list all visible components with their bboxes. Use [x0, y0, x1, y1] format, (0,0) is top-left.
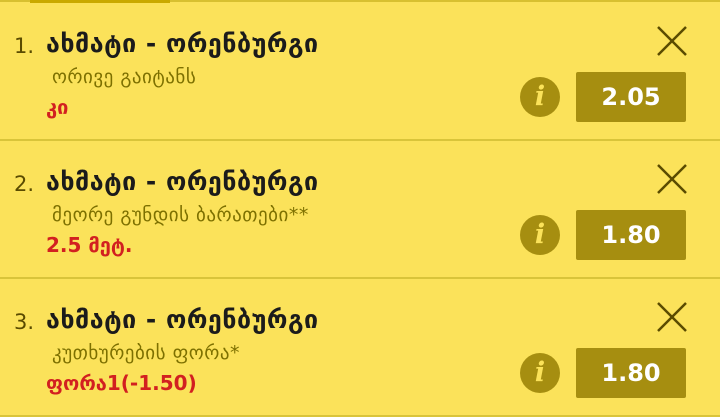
- close-icon[interactable]: [652, 159, 692, 199]
- market-name: ორივე გაიტანს: [52, 66, 197, 88]
- close-icon[interactable]: [652, 297, 692, 337]
- market-name: კუთხურების ფორა*: [52, 342, 240, 364]
- selection-name: ფორა1(-1.50): [46, 371, 197, 395]
- odds-button[interactable]: 1.80: [576, 348, 686, 398]
- selection-name: 2.5 მეტ.: [46, 233, 133, 257]
- info-icon[interactable]: i: [520, 353, 560, 393]
- close-icon[interactable]: [652, 21, 692, 61]
- bet-number: 3.: [14, 310, 35, 334]
- bet-number: 2.: [14, 172, 35, 196]
- match-name: ახმატი - ორენბურგი: [46, 305, 319, 334]
- bet-slip-item: 1. ახმატი - ორენბურგი ორივე გაიტანს კი i…: [0, 3, 720, 141]
- bet-slip-item: 2. ახმატი - ორენბურგი მეორე გუნდის ბარათ…: [0, 141, 720, 279]
- selection-name: კი: [46, 95, 69, 119]
- bet-slip-item: 3. ახმატი - ორენბურგი კუთხურების ფორა* ფ…: [0, 279, 720, 417]
- info-icon[interactable]: i: [520, 215, 560, 255]
- info-icon[interactable]: i: [520, 77, 560, 117]
- bet-number: 1.: [14, 34, 35, 58]
- match-name: ახმატი - ორენბურგი: [46, 29, 319, 58]
- odds-button[interactable]: 2.05: [576, 72, 686, 122]
- market-name: მეორე გუნდის ბარათები**: [52, 204, 309, 226]
- odds-button[interactable]: 1.80: [576, 210, 686, 260]
- match-name: ახმატი - ორენბურგი: [46, 167, 319, 196]
